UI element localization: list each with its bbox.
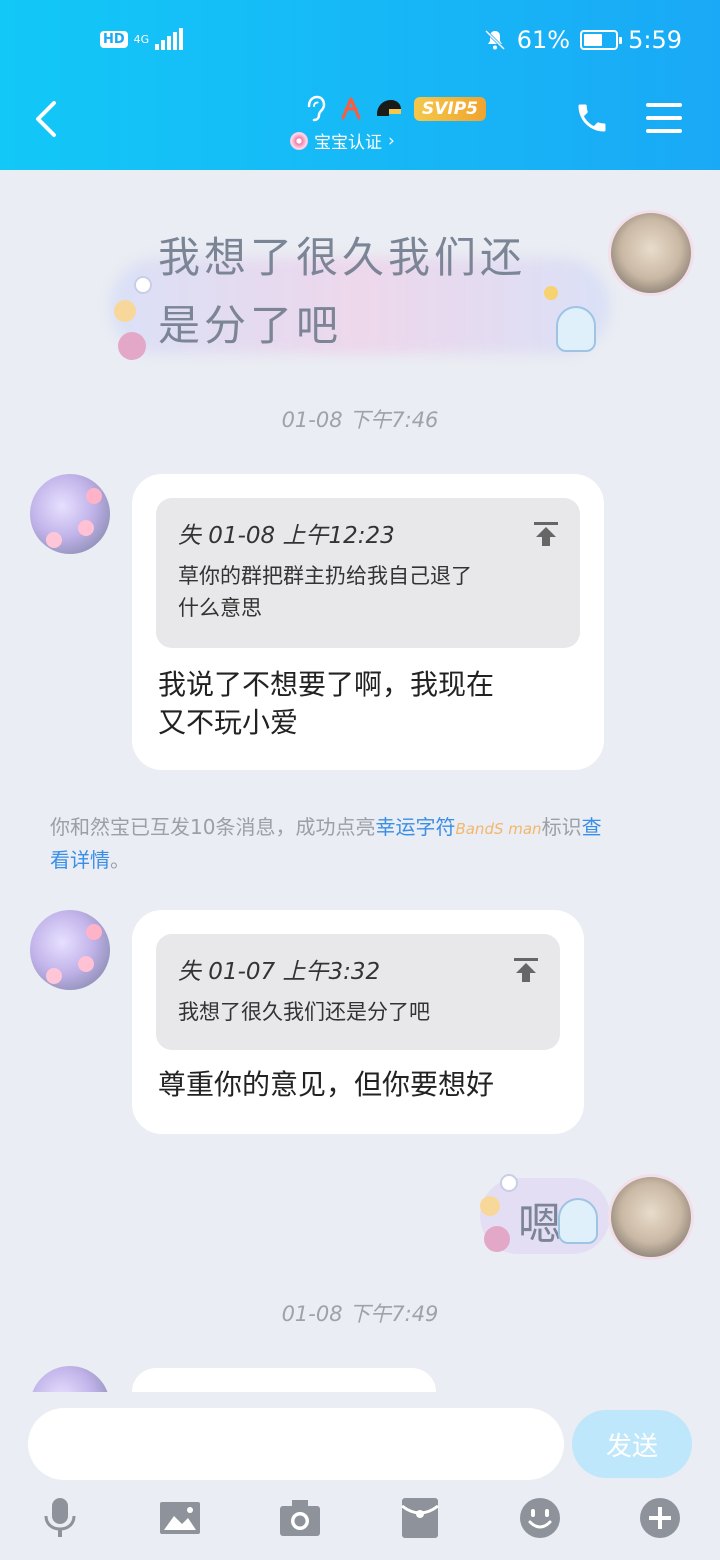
message-line: 我说了不想要了啊，我现在: [158, 668, 495, 701]
message-bubble-partial[interactable]: [132, 1368, 436, 1392]
system-notice: 你和然宝已互发10条消息，成功点亮幸运字符BandS man标识查看详情。: [50, 812, 680, 876]
send-button[interactable]: 发送: [572, 1410, 692, 1478]
message-line: 又不玩小爱: [158, 706, 299, 739]
lucky-character-link[interactable]: 幸运字符: [375, 815, 455, 839]
quote-body: 草你的群把群主扔给我自己退了 什么意思: [178, 560, 472, 624]
image-icon[interactable]: [158, 1496, 202, 1540]
sticker-text-line2: 是分了吧: [158, 301, 343, 350]
sticker-text: 我想了很久我们还 是分了吧: [158, 224, 578, 360]
chat-title[interactable]: SVIP5 宝宝认证 ›: [290, 88, 500, 158]
sticker-text: 嗯: [518, 1199, 562, 1250]
person-badge-icon: [341, 97, 361, 120]
bunny-icon: [500, 1174, 518, 1192]
battery-icon: [580, 30, 623, 50]
my-avatar[interactable]: [608, 1174, 694, 1260]
input-bar: 发送: [0, 1392, 720, 1560]
network-type: 4G: [133, 32, 150, 46]
jump-to-message-icon[interactable]: [512, 956, 540, 984]
chat-header: HD 4G 61% 5:59 SVIP5 宝宝认证 ›: [0, 0, 720, 170]
contact-avatar[interactable]: [30, 910, 110, 990]
svip-badge: SVIP5: [414, 97, 487, 121]
hd-badge: HD: [100, 30, 128, 48]
phone-icon[interactable]: [574, 100, 610, 136]
quote-header: 失 01-07 上午3:32: [178, 959, 381, 985]
signal-icon: [155, 28, 184, 50]
helmet-icon: [377, 100, 401, 116]
bunny-icon: [134, 276, 152, 294]
notice-text: 你和然宝已互发10条消息，成功点亮: [50, 815, 376, 839]
message-input[interactable]: [28, 1408, 564, 1480]
quote-line: 我想了很久我们还是分了吧: [178, 1000, 430, 1024]
ear-icon: [307, 95, 326, 122]
plus-icon[interactable]: [638, 1496, 682, 1540]
mic-icon[interactable]: [38, 1496, 82, 1540]
certification-label: 宝宝认证: [314, 133, 382, 153]
my-avatar[interactable]: [608, 210, 694, 296]
quoted-message[interactable]: 失 01-07 上午3:32 我想了很久我们还是分了吧: [156, 934, 560, 1050]
ghost-icon: [558, 1198, 598, 1244]
planet-icon: [484, 1226, 510, 1252]
message-timestamp: 01-08 下午7:49: [281, 1302, 439, 1326]
quote-line: 什么意思: [178, 596, 262, 620]
mute-bell-icon: [484, 29, 505, 51]
quote-line: 草你的群把群主扔给我自己退了: [178, 564, 472, 588]
red-packet-icon[interactable]: [398, 1496, 442, 1540]
emoji-icon[interactable]: [518, 1496, 562, 1540]
menu-icon[interactable]: [646, 102, 682, 134]
moon-icon: [480, 1196, 500, 1216]
chevron-right-icon: ›: [388, 130, 395, 151]
lollipop-icon: [290, 131, 308, 150]
quoted-message[interactable]: 失 01-08 上午12:23 草你的群把群主扔给我自己退了 什么意思: [156, 498, 580, 648]
planet-icon: [118, 332, 146, 360]
reply-message[interactable]: 失 01-07 上午3:32 我想了很久我们还是分了吧 尊重你的意见，但你要想好: [132, 910, 584, 1134]
view-details-link[interactable]: 看详情: [50, 848, 110, 872]
quote-body: 我想了很久我们还是分了吧: [178, 996, 430, 1028]
status-right: 61% 5:59: [483, 26, 682, 54]
battery-percent: 61%: [516, 26, 571, 54]
contact-avatar[interactable]: [30, 474, 110, 554]
moon-icon: [114, 300, 136, 322]
sticker-text-line1: 我想了很久我们还: [158, 233, 527, 282]
jump-to-message-icon[interactable]: [532, 520, 560, 548]
clock: 5:59: [628, 26, 682, 54]
back-icon[interactable]: [34, 100, 58, 138]
lucky-character-badge: BandS man: [455, 820, 542, 838]
quote-header: 失 01-08 上午12:23: [178, 523, 395, 549]
message-line: 尊重你的意见，但你要想好: [158, 1068, 495, 1101]
contact-avatar[interactable]: [30, 1366, 110, 1392]
notice-text: 。: [110, 848, 130, 872]
message-timestamp: 01-08 下午7:46: [281, 408, 439, 432]
message-text: 我说了不想要了啊，我现在 又不玩小爱: [158, 666, 494, 742]
notice-text: 标识: [541, 815, 582, 839]
reply-message[interactable]: 失 01-08 上午12:23 草你的群把群主扔给我自己退了 什么意思 我说了不…: [132, 474, 604, 770]
camera-icon[interactable]: [278, 1496, 322, 1540]
title-icons: SVIP5: [304, 94, 487, 124]
signal-group: HD 4G: [100, 28, 184, 50]
message-text: 尊重你的意见，但你要想好: [158, 1066, 494, 1104]
view-details-link[interactable]: 查: [582, 815, 602, 839]
certification-link[interactable]: 宝宝认证 ›: [290, 128, 530, 153]
status-bar: HD 4G 61% 5:59: [0, 20, 720, 64]
